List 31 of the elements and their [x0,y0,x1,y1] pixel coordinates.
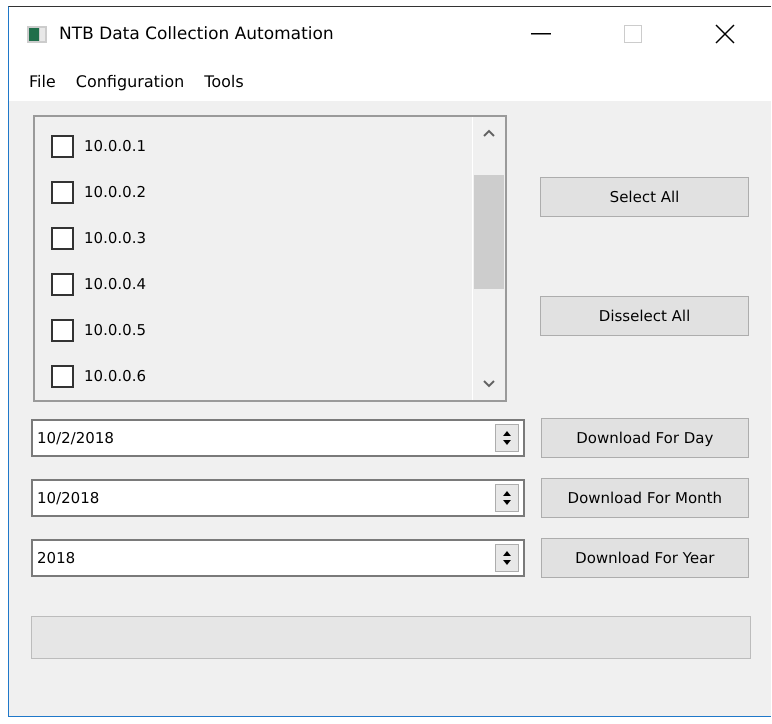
selection-button[interactable]: Disselect All [540,296,749,336]
menu-item[interactable]: Tools [194,72,254,90]
spinner-icon[interactable] [494,544,519,572]
host-label: 10.0.0.3 [84,229,146,247]
checkbox[interactable] [51,364,74,388]
checkbox[interactable] [51,318,74,342]
app-icon [27,26,47,42]
window-title: NTB Data Collection Automation [59,24,335,44]
checkbox[interactable] [51,180,74,204]
menu-item[interactable]: Configuration [66,72,194,90]
scrollbar-thumb[interactable] [474,175,504,289]
download-button[interactable]: Download For Year [540,538,749,578]
host-label: 10.0.0.2 [84,183,146,201]
checkbox[interactable] [51,226,74,250]
download-button[interactable]: Download For Month [540,478,749,518]
spinner-icon[interactable] [494,484,519,512]
menu-item[interactable]: File [19,72,66,90]
host-label: 10.0.0.4 [84,275,146,293]
checkbox[interactable] [51,134,74,158]
minimize-icon[interactable] [531,33,551,35]
date-field[interactable]: 2018 [31,539,525,577]
date-field[interactable]: 10/2018 [31,479,525,517]
checkbox[interactable] [51,272,74,296]
spinner-icon[interactable] [494,424,519,452]
date-field[interactable]: 10/2/2018 [31,419,525,457]
host-label: 10.0.0.6 [84,367,146,385]
host-label: 10.0.0.5 [84,321,146,339]
close-icon[interactable] [715,24,735,44]
host-label: 10.0.0.1 [84,137,146,155]
download-button[interactable]: Download For Day [540,418,749,458]
selection-button[interactable]: Select All [540,177,749,217]
